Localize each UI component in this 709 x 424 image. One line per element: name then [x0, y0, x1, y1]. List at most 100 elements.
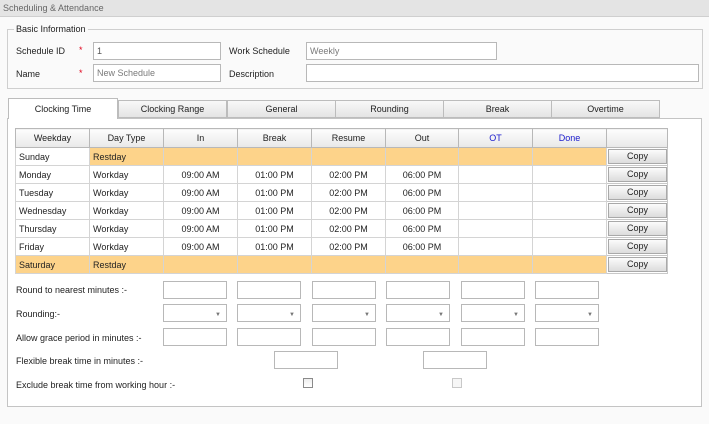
out-cell[interactable]: 06:00 PM — [385, 237, 459, 256]
out-cell[interactable]: 06:00 PM — [385, 201, 459, 220]
rounding-break-select[interactable]: ▼ — [237, 304, 301, 322]
work-schedule-field[interactable]: Weekly — [306, 42, 497, 60]
break-cell[interactable] — [237, 255, 312, 274]
done-cell[interactable] — [532, 219, 607, 238]
ot-cell[interactable] — [458, 219, 533, 238]
done-cell[interactable] — [532, 165, 607, 184]
break-cell[interactable]: 01:00 PM — [237, 219, 312, 238]
table-row[interactable]: Monday Workday 09:00 AM 01:00 PM 02:00 P… — [15, 165, 668, 184]
column-header-resume[interactable]: Resume — [311, 128, 386, 148]
schedule-id-field[interactable]: 1 — [93, 42, 221, 60]
grace-period-break-input[interactable] — [237, 328, 301, 346]
table-row[interactable]: Sunday Restday Copy — [15, 147, 668, 166]
column-header-weekday[interactable]: Weekday — [15, 128, 90, 148]
done-cell[interactable] — [532, 255, 607, 274]
ot-cell[interactable] — [458, 147, 533, 166]
round-minutes-in-input[interactable] — [163, 281, 227, 299]
break-cell[interactable]: 01:00 PM — [237, 183, 312, 202]
rounding-resume-select[interactable]: ▼ — [312, 304, 376, 322]
ot-cell[interactable] — [458, 183, 533, 202]
day-type-cell[interactable]: Workday — [89, 219, 164, 238]
in-cell[interactable]: 09:00 AM — [163, 165, 238, 184]
copy-button[interactable]: Copy — [608, 149, 667, 164]
ot-cell[interactable] — [458, 165, 533, 184]
resume-cell[interactable]: 02:00 PM — [311, 237, 386, 256]
in-cell[interactable]: 09:00 AM — [163, 219, 238, 238]
tab-clocking-time[interactable]: Clocking Time — [8, 98, 118, 119]
grace-period-resume-input[interactable] — [312, 328, 376, 346]
column-header-break[interactable]: Break — [237, 128, 312, 148]
column-header-day-type[interactable]: Day Type — [89, 128, 164, 148]
copy-button[interactable]: Copy — [608, 203, 667, 218]
rounding-out-select[interactable]: ▼ — [386, 304, 450, 322]
tab-general[interactable]: General — [227, 100, 336, 118]
in-cell[interactable] — [163, 147, 238, 166]
in-cell[interactable]: 09:00 AM — [163, 183, 238, 202]
resume-cell[interactable]: 02:00 PM — [311, 219, 386, 238]
rounding-ot-select[interactable]: ▼ — [461, 304, 525, 322]
rounding-done-select[interactable]: ▼ — [535, 304, 599, 322]
table-row[interactable]: Thursday Workday 09:00 AM 01:00 PM 02:00… — [15, 219, 668, 238]
resume-cell[interactable] — [311, 255, 386, 274]
break-cell[interactable]: 01:00 PM — [237, 237, 312, 256]
resume-cell[interactable]: 02:00 PM — [311, 201, 386, 220]
resume-cell[interactable] — [311, 147, 386, 166]
ot-cell[interactable] — [458, 201, 533, 220]
description-field[interactable] — [306, 64, 699, 82]
day-type-cell[interactable]: Workday — [89, 165, 164, 184]
ot-cell[interactable] — [458, 255, 533, 274]
break-cell[interactable]: 01:00 PM — [237, 165, 312, 184]
tab-rounding[interactable]: Rounding — [335, 100, 444, 118]
tab-break[interactable]: Break — [443, 100, 552, 118]
table-row[interactable]: Friday Workday 09:00 AM 01:00 PM 02:00 P… — [15, 237, 668, 256]
table-row[interactable]: Saturday Restday Copy — [15, 255, 668, 274]
table-row[interactable]: Tuesday Workday 09:00 AM 01:00 PM 02:00 … — [15, 183, 668, 202]
done-cell[interactable] — [532, 147, 607, 166]
day-type-cell[interactable]: Workday — [89, 183, 164, 202]
day-type-cell[interactable]: Restday — [89, 255, 164, 274]
out-cell[interactable]: 06:00 PM — [385, 219, 459, 238]
done-cell[interactable] — [532, 237, 607, 256]
tab-clocking-range[interactable]: Clocking Range — [118, 100, 227, 118]
column-header-in[interactable]: In — [163, 128, 238, 148]
day-type-cell[interactable]: Restday — [89, 147, 164, 166]
break-cell[interactable]: 01:00 PM — [237, 201, 312, 220]
exclude-break-checkbox[interactable] — [303, 378, 313, 388]
round-minutes-break-input[interactable] — [237, 281, 301, 299]
done-cell[interactable] — [532, 183, 607, 202]
ot-cell[interactable] — [458, 237, 533, 256]
out-cell[interactable]: 06:00 PM — [385, 165, 459, 184]
round-minutes-resume-input[interactable] — [312, 281, 376, 299]
out-cell[interactable]: 06:00 PM — [385, 183, 459, 202]
copy-button[interactable]: Copy — [608, 185, 667, 200]
round-minutes-out-input[interactable] — [386, 281, 450, 299]
flexible-break-resume-input[interactable] — [423, 351, 487, 369]
column-header-ot[interactable]: OT — [458, 128, 533, 148]
round-minutes-done-input[interactable] — [535, 281, 599, 299]
copy-button[interactable]: Copy — [608, 221, 667, 236]
in-cell[interactable]: 09:00 AM — [163, 201, 238, 220]
rounding-in-select[interactable]: ▼ — [163, 304, 227, 322]
copy-button[interactable]: Copy — [608, 167, 667, 182]
copy-button[interactable]: Copy — [608, 257, 667, 272]
flexible-break-break-input[interactable] — [274, 351, 338, 369]
day-type-cell[interactable]: Workday — [89, 237, 164, 256]
break-cell[interactable] — [237, 147, 312, 166]
grace-period-done-input[interactable] — [535, 328, 599, 346]
table-row[interactable]: Wednesday Workday 09:00 AM 01:00 PM 02:0… — [15, 201, 668, 220]
grace-period-ot-input[interactable] — [461, 328, 525, 346]
in-cell[interactable] — [163, 255, 238, 274]
tab-overtime[interactable]: Overtime — [551, 100, 660, 118]
out-cell[interactable] — [385, 255, 459, 274]
in-cell[interactable]: 09:00 AM — [163, 237, 238, 256]
day-type-cell[interactable]: Workday — [89, 201, 164, 220]
grace-period-out-input[interactable] — [386, 328, 450, 346]
column-header-out[interactable]: Out — [385, 128, 459, 148]
column-header-done[interactable]: Done — [532, 128, 607, 148]
resume-cell[interactable]: 02:00 PM — [311, 165, 386, 184]
copy-button[interactable]: Copy — [608, 239, 667, 254]
done-cell[interactable] — [532, 201, 607, 220]
out-cell[interactable] — [385, 147, 459, 166]
grace-period-in-input[interactable] — [163, 328, 227, 346]
round-minutes-ot-input[interactable] — [461, 281, 525, 299]
